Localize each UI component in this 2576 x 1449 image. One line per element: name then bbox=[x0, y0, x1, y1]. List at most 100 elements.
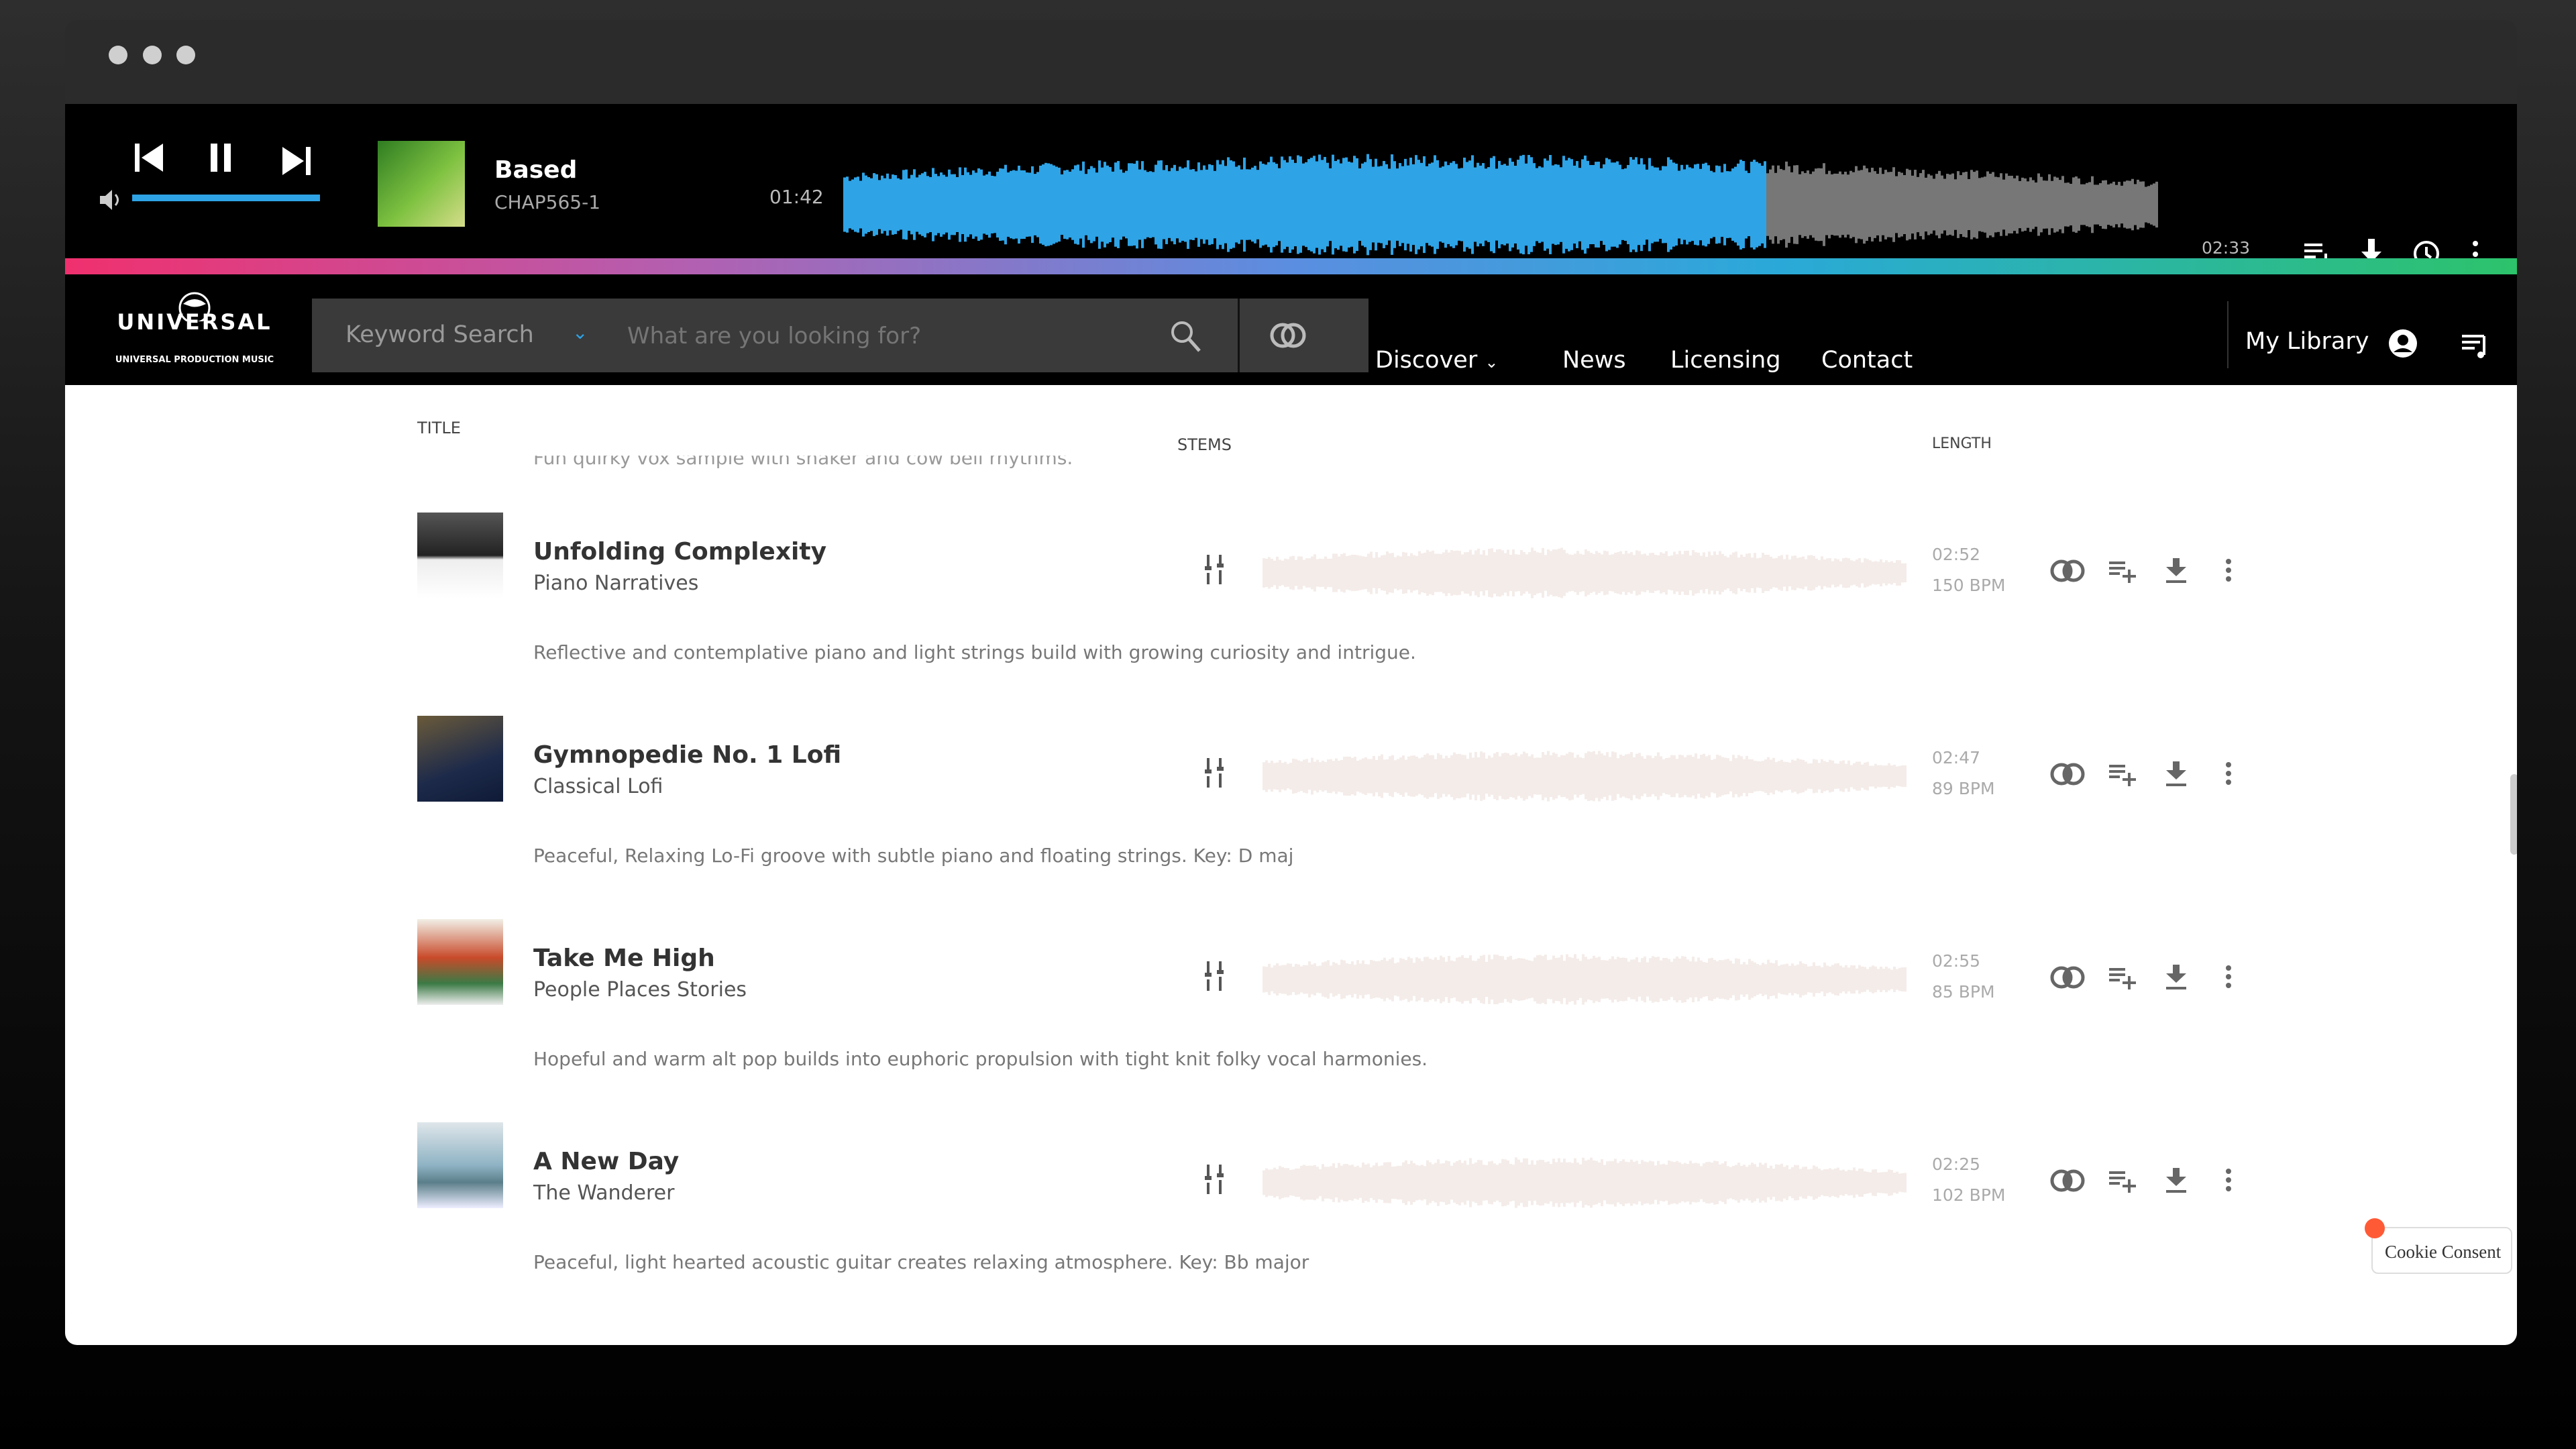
waveform-bar bbox=[1568, 158, 1570, 252]
waveform-bar bbox=[1981, 177, 1984, 232]
scrollbar[interactable] bbox=[2510, 774, 2517, 855]
track-title[interactable]: A New Day bbox=[533, 1148, 679, 1175]
waveform-bar bbox=[1415, 756, 1418, 796]
elapsed-time: 01:42 bbox=[769, 186, 824, 208]
track-title[interactable]: Unfolding Complexity bbox=[533, 538, 826, 566]
add-to-playlist-icon[interactable] bbox=[2108, 964, 2139, 991]
waveform-bar bbox=[1558, 957, 1560, 1002]
waveform-bar bbox=[1888, 561, 1890, 584]
volume-slider[interactable] bbox=[132, 195, 320, 201]
track-album[interactable]: Classical Lofi bbox=[533, 775, 663, 798]
waveform-bar bbox=[1263, 558, 1265, 588]
column-header-length[interactable]: LENGTH bbox=[1932, 435, 1992, 452]
search-icon[interactable] bbox=[1167, 317, 1205, 355]
track-album[interactable]: Piano Narratives bbox=[533, 572, 698, 595]
my-library-link[interactable]: My Library bbox=[2245, 328, 2369, 355]
search-mode-dropdown[interactable]: Keyword Search bbox=[345, 321, 534, 348]
nav-licensing[interactable]: Licensing bbox=[1670, 347, 1781, 374]
waveform-bar bbox=[1711, 1163, 1713, 1203]
track-waveform[interactable] bbox=[1263, 749, 1907, 803]
waveform-bar bbox=[1646, 1162, 1649, 1203]
track-waveform[interactable] bbox=[1263, 953, 1907, 1006]
add-to-playlist-icon[interactable] bbox=[2108, 1167, 2139, 1194]
track-artwork[interactable] bbox=[417, 919, 503, 1005]
more-options-icon[interactable] bbox=[2224, 1167, 2233, 1194]
waveform-bar bbox=[1555, 753, 1558, 799]
stems-icon[interactable] bbox=[1202, 756, 1226, 790]
waveform-bar bbox=[1397, 555, 1399, 590]
waveform-bar bbox=[1381, 754, 1383, 798]
stems-toggle-icon[interactable] bbox=[2049, 1167, 2086, 1194]
waveform-bar bbox=[1144, 170, 1146, 239]
track-title[interactable]: Gymnopedie No. 1 Lofi bbox=[533, 741, 841, 769]
window-close-button[interactable] bbox=[109, 46, 127, 64]
waveform-bar bbox=[1268, 557, 1271, 589]
waveform-bar bbox=[1480, 751, 1483, 801]
waveform-bar bbox=[1611, 554, 1614, 592]
window-minimize-button[interactable] bbox=[143, 46, 162, 64]
waveform-bar bbox=[1511, 162, 1514, 248]
pause-icon[interactable] bbox=[208, 141, 235, 174]
add-to-playlist-icon[interactable] bbox=[2108, 557, 2139, 584]
waveform-bar bbox=[1775, 960, 1778, 999]
chevron-down-icon[interactable]: ⌄ bbox=[572, 321, 588, 343]
more-options-icon[interactable] bbox=[2224, 557, 2233, 584]
download-icon[interactable] bbox=[2165, 1167, 2188, 1194]
track-waveform[interactable] bbox=[1263, 1156, 1907, 1210]
stems-toggle-icon[interactable] bbox=[2049, 964, 2086, 991]
waveform-bar bbox=[1703, 961, 1705, 998]
nav-news[interactable]: News bbox=[1562, 347, 1626, 374]
previous-track-icon[interactable] bbox=[132, 141, 166, 174]
nav-discover[interactable]: Discover ⌄ bbox=[1375, 347, 1498, 374]
waveform-bar bbox=[1748, 172, 1750, 237]
more-options-icon[interactable] bbox=[2224, 761, 2233, 788]
stems-icon[interactable] bbox=[1202, 959, 1226, 993]
track-title[interactable]: Take Me High bbox=[533, 945, 715, 972]
stems-toggle-icon[interactable] bbox=[2049, 761, 2086, 788]
track-album[interactable]: The Wanderer bbox=[533, 1181, 674, 1205]
track-artwork[interactable] bbox=[417, 1122, 503, 1208]
download-icon[interactable] bbox=[2165, 557, 2188, 584]
waveform-bar bbox=[1694, 164, 1697, 245]
volume-icon[interactable] bbox=[97, 186, 124, 213]
waveform-bar bbox=[1396, 168, 1399, 241]
waveform-bar bbox=[1550, 1164, 1552, 1201]
stems-icon[interactable] bbox=[1202, 553, 1226, 586]
waveform-bar bbox=[1305, 965, 1308, 994]
track-artwork[interactable] bbox=[417, 716, 503, 802]
cookie-consent-button[interactable]: Cookie Consent bbox=[2371, 1227, 2512, 1274]
universal-logo[interactable]: UNIVERSAL UNIVERSAL PRODUCTION MUSIC bbox=[94, 288, 295, 365]
waveform-bar bbox=[1796, 964, 1799, 995]
user-account-icon[interactable] bbox=[2386, 327, 2420, 360]
waveform-bar bbox=[1566, 753, 1568, 799]
waveform-bar bbox=[1423, 156, 1426, 254]
queue-icon[interactable] bbox=[2460, 329, 2491, 360]
waveform-bar bbox=[1499, 549, 1501, 597]
waveform-bar bbox=[2139, 181, 2142, 228]
waveform-bar bbox=[1401, 166, 1404, 244]
waveform-bar bbox=[2032, 180, 2035, 229]
download-icon[interactable] bbox=[2165, 761, 2188, 788]
waveform-bar bbox=[1271, 1169, 1273, 1196]
more-options-icon[interactable] bbox=[2224, 964, 2233, 991]
waveform-bar bbox=[1625, 754, 1627, 798]
waveform-bar bbox=[1815, 558, 1818, 588]
add-to-playlist-icon[interactable] bbox=[2108, 761, 2139, 788]
player-waveform[interactable] bbox=[843, 151, 2158, 258]
track-waveform[interactable] bbox=[1263, 546, 1907, 600]
stems-toggle-icon[interactable] bbox=[2049, 557, 2086, 584]
track-artwork[interactable] bbox=[417, 513, 503, 598]
waveform-bar bbox=[2035, 182, 2037, 227]
waveform-bar bbox=[1807, 555, 1810, 591]
column-header-title[interactable]: TITLE bbox=[417, 419, 461, 437]
waveform-bar bbox=[1652, 1161, 1654, 1204]
waveform-bar bbox=[1951, 173, 1954, 236]
next-track-icon[interactable] bbox=[280, 144, 313, 178]
download-icon[interactable] bbox=[2165, 964, 2188, 991]
track-album[interactable]: People Places Stories bbox=[533, 978, 747, 1002]
nav-contact[interactable]: Contact bbox=[1821, 347, 1913, 374]
search-input[interactable] bbox=[627, 317, 1177, 355]
stems-icon[interactable] bbox=[1202, 1163, 1226, 1196]
stems-toggle-icon[interactable] bbox=[1268, 319, 1308, 352]
window-maximize-button[interactable] bbox=[176, 46, 195, 64]
